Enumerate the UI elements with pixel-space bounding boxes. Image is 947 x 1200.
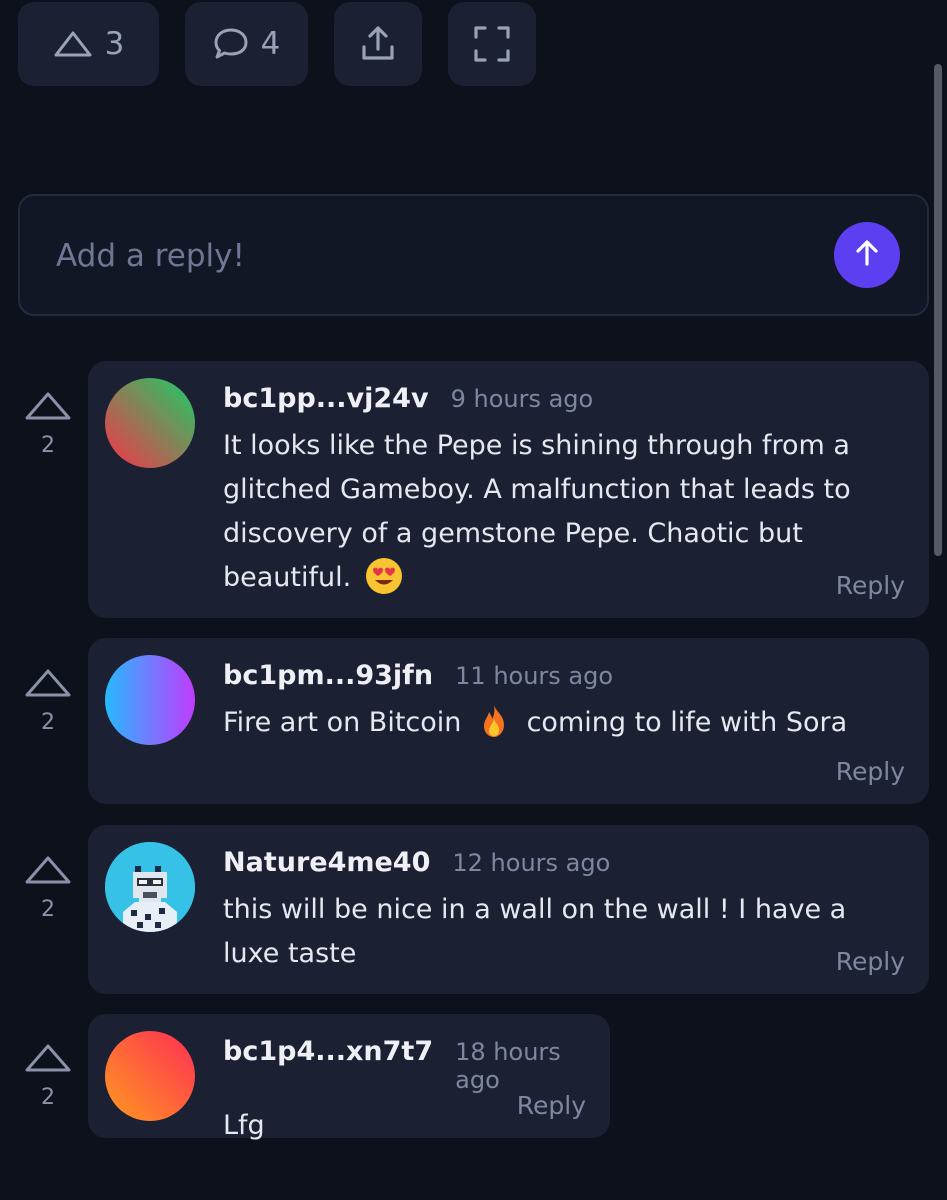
reply-input[interactable] [56, 232, 816, 280]
comment-card: bc1pm...93jfn 11 hours ago Fire art on B… [88, 638, 929, 804]
comment-username[interactable]: bc1p4...xn7t7 [223, 1036, 433, 1067]
comment-timestamp: 11 hours ago [455, 662, 614, 690]
reply-link[interactable]: Reply [836, 571, 905, 600]
comment-card: bc1pp...vj24v 9 hours ago It looks like … [88, 361, 929, 618]
fire-emoji-icon [476, 703, 512, 739]
fullscreen-button[interactable] [448, 2, 536, 86]
fullscreen-icon [473, 25, 511, 63]
avatar[interactable] [105, 655, 195, 745]
avatar[interactable] [105, 378, 195, 468]
comment-text: Fire art on Bitcoin coming to life with … [223, 701, 847, 745]
comment-timestamp: 18 hours ago [455, 1038, 561, 1094]
share-upload-icon [359, 25, 397, 63]
comment-vote: 2 [23, 391, 73, 458]
reply-composer [18, 194, 929, 316]
reply-link[interactable]: Reply [517, 1091, 586, 1120]
comment-vote: 2 [23, 855, 73, 922]
comment-timestamp: 12 hours ago [452, 849, 611, 877]
vote-count: 2 [41, 897, 55, 922]
arrow-up-icon [852, 238, 882, 272]
comment-text: this will be nice in a wall on the wall … [223, 894, 847, 969]
share-button[interactable] [334, 2, 422, 86]
comment-text: It looks like the Pepe is shining throug… [223, 430, 851, 594]
comment-timestamp: 9 hours ago [450, 385, 594, 413]
vote-count: 2 [41, 710, 55, 735]
upvote-triangle-icon[interactable] [24, 668, 72, 702]
upvote-button[interactable]: 3 [18, 2, 159, 86]
upvote-triangle-icon[interactable] [24, 391, 72, 425]
comment-username[interactable]: bc1pm...93jfn [223, 660, 433, 691]
post-actions-toolbar: 3 4 [18, 2, 536, 86]
comment-username[interactable]: Nature4me40 [223, 847, 430, 878]
avatar[interactable] [105, 842, 195, 932]
vote-count: 2 [41, 1085, 55, 1110]
heart-eyes-emoji-icon [365, 558, 402, 594]
comment-vote: 2 [23, 668, 73, 735]
triangle-up-icon [53, 30, 93, 58]
upvote-triangle-icon[interactable] [24, 855, 72, 889]
comment-username[interactable]: bc1pp...vj24v [223, 383, 429, 414]
comment-button[interactable]: 4 [185, 2, 308, 86]
scrollbar[interactable] [934, 64, 942, 556]
pixel-ape-avatar-icon [105, 842, 195, 932]
reply-link[interactable]: Reply [836, 757, 905, 786]
comment-card: bc1p4...xn7t7 18 hours ago Lfg Reply [88, 1014, 610, 1141]
vote-count: 2 [41, 433, 55, 458]
upvote-count: 3 [104, 26, 125, 62]
reply-link[interactable]: Reply [836, 947, 905, 976]
comment-card: Nature4me40 12 hours ago this will be ni… [88, 825, 929, 994]
comment-count: 4 [260, 26, 281, 62]
comment-vote: 2 [23, 1043, 73, 1110]
speech-bubble-icon [213, 27, 249, 61]
send-reply-button[interactable] [834, 222, 900, 288]
avatar[interactable] [105, 1031, 195, 1121]
upvote-triangle-icon[interactable] [24, 1043, 72, 1077]
